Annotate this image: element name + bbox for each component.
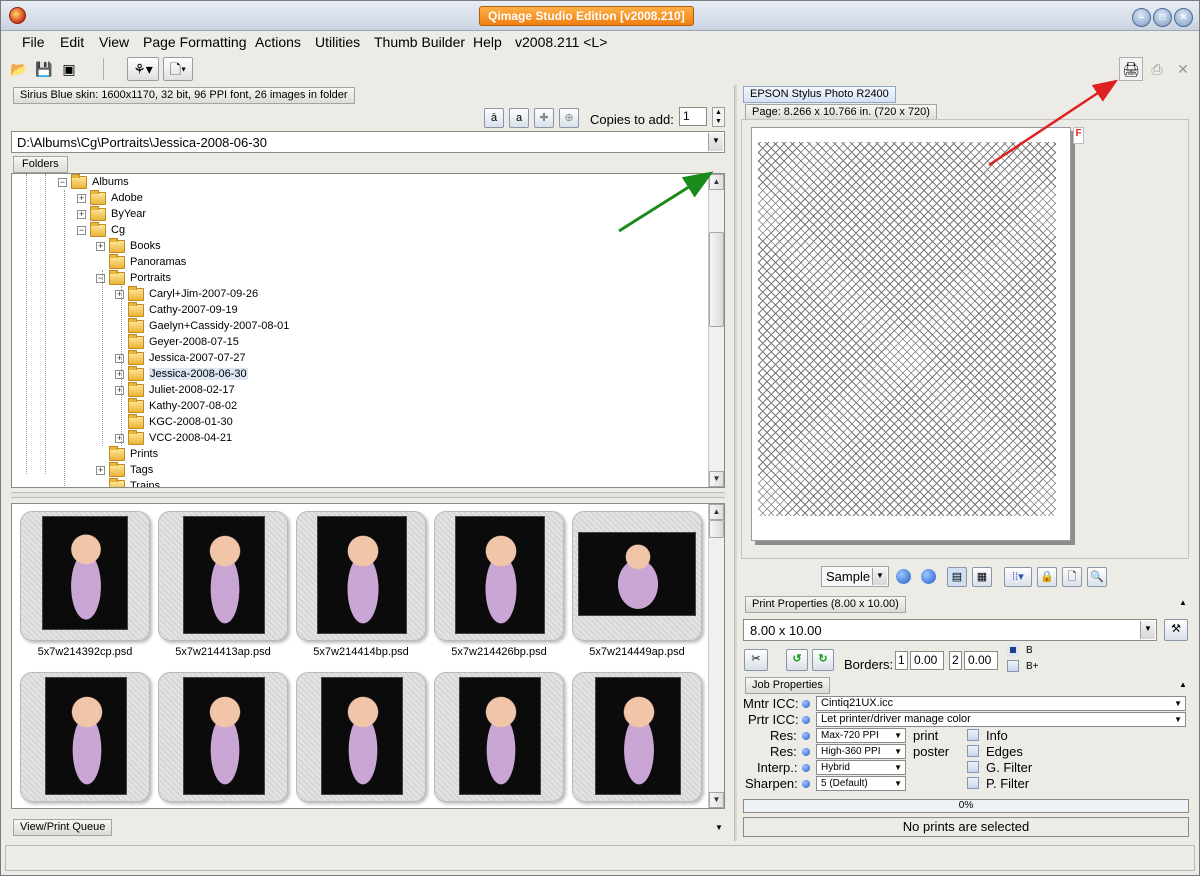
red-annotation-arrow	[988, 79, 1119, 167]
green-annotation-arrow	[618, 171, 714, 233]
main-window: Qimage Studio Edition [v2008.210] – □ × …	[0, 0, 1200, 876]
annotation-overlay	[618, 79, 1119, 233]
